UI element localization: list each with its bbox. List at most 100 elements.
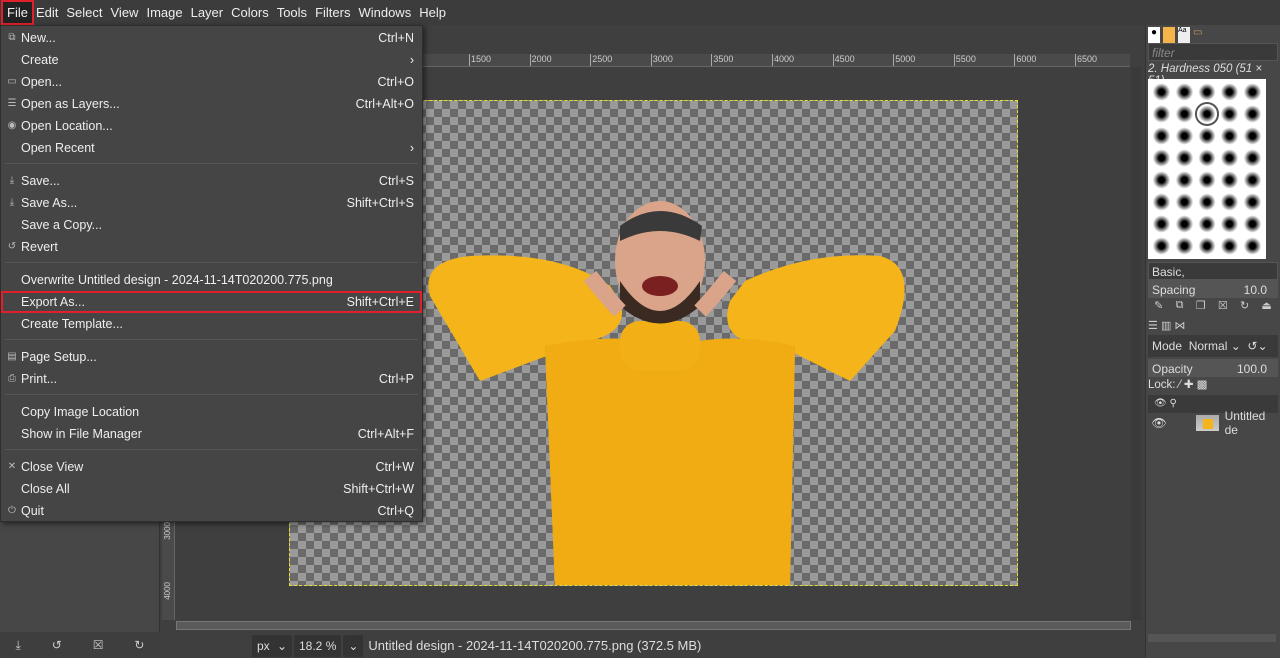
brush-preset[interactable]	[1196, 148, 1218, 168]
open-as-image-icon[interactable]: ⏏	[1261, 299, 1271, 312]
menu-item-close-all[interactable]: Close All Shift+Ctrl+W	[1, 478, 422, 500]
menu-item-revert[interactable]: ↺ Revert	[1, 236, 422, 258]
brush-preset[interactable]	[1219, 192, 1241, 212]
brush-preset[interactable]	[1242, 170, 1263, 190]
restore-icon[interactable]: ↺	[52, 638, 62, 652]
lock-position-icon[interactable]: ✚	[1184, 379, 1194, 391]
menu-view[interactable]: View	[107, 2, 143, 23]
brushes-tab-icon[interactable]: ●	[1148, 27, 1160, 43]
menu-help[interactable]: Help	[415, 2, 450, 23]
brush-preset[interactable]	[1173, 236, 1195, 256]
menu-windows[interactable]: Windows	[354, 2, 415, 23]
brush-preset[interactable]	[1242, 192, 1263, 212]
delete-icon[interactable]: ☒	[93, 638, 104, 652]
paths-tab-icon[interactable]: ⋈	[1174, 320, 1185, 332]
brush-preset[interactable]	[1151, 192, 1172, 212]
menu-item-close-view[interactable]: ✕ Close View Ctrl+W	[1, 456, 422, 478]
menu-item-quit[interactable]: ⏻ Quit Ctrl+Q	[1, 500, 422, 522]
brush-grid[interactable]	[1148, 79, 1266, 259]
brush-preset[interactable]	[1173, 126, 1195, 146]
eye-icon[interactable]: 👁	[1148, 416, 1170, 430]
menu-item-save[interactable]: ⤓ Save... Ctrl+S	[1, 170, 422, 192]
fonts-tab-icon[interactable]: Aa	[1178, 27, 1190, 43]
brush-preset[interactable]	[1219, 148, 1241, 168]
brush-preset[interactable]	[1242, 236, 1263, 256]
brush-preset[interactable]	[1219, 236, 1241, 256]
horizontal-scrollbar[interactable]	[176, 621, 1131, 630]
layer-mode-select[interactable]: Mode Normal ⌄ ↺⌄	[1148, 335, 1278, 357]
menu-layer[interactable]: Layer	[187, 2, 228, 23]
menu-item-export-as[interactable]: Export As... Shift+Ctrl+E	[1, 291, 422, 313]
menu-item-open-location[interactable]: ◉ Open Location...	[1, 115, 422, 137]
edit-brush-icon[interactable]: ✎	[1154, 299, 1163, 312]
brush-preset[interactable]	[1151, 104, 1172, 124]
menu-item-page-setup[interactable]: ▤ Page Setup...	[1, 346, 422, 368]
menu-select[interactable]: Select	[62, 2, 106, 23]
menu-item-print[interactable]: ⎙ Print... Ctrl+P	[1, 368, 422, 390]
brush-preset[interactable]	[1151, 236, 1172, 256]
brush-preset[interactable]	[1196, 82, 1218, 102]
duplicate-brush-icon[interactable]: ❐	[1196, 299, 1206, 312]
menu-image[interactable]: Image	[142, 2, 186, 23]
zoom-input[interactable]: 18.2 %	[294, 634, 342, 657]
brush-preset[interactable]	[1173, 148, 1195, 168]
patterns-tab-icon[interactable]	[1163, 27, 1175, 43]
menu-item-new[interactable]: ⧉ New... Ctrl+N	[1, 27, 422, 49]
menu-item-copy-image-location[interactable]: Copy Image Location	[1, 401, 422, 423]
brush-preset[interactable]	[1242, 148, 1263, 168]
brush-preset[interactable]	[1194, 102, 1220, 126]
menu-item-create-template[interactable]: Create Template...	[1, 313, 422, 335]
brush-preset[interactable]	[1173, 214, 1195, 234]
menu-item-open-as-layers[interactable]: ☰ Open as Layers... Ctrl+Alt+O	[1, 93, 422, 115]
brush-preset[interactable]	[1173, 104, 1195, 124]
brush-preset[interactable]	[1196, 170, 1218, 190]
save-preset-icon[interactable]: ⤓	[15, 638, 20, 653]
lock-pixels-icon[interactable]: ⁄	[1179, 379, 1181, 391]
layers-scrollbar[interactable]	[1148, 634, 1276, 642]
brush-preset[interactable]	[1151, 170, 1172, 190]
brush-preset[interactable]	[1196, 236, 1218, 256]
layer-row[interactable]: 👁 Untitled de	[1148, 409, 1278, 437]
brush-preset[interactable]	[1151, 214, 1172, 234]
brush-preset[interactable]	[1219, 214, 1241, 234]
brush-preset[interactable]	[1242, 214, 1263, 234]
lock-alpha-icon[interactable]: ▩	[1197, 379, 1208, 391]
brush-preset[interactable]	[1151, 148, 1172, 168]
unit-select[interactable]: px ⌄	[252, 634, 292, 657]
brush-preset[interactable]	[1151, 126, 1172, 146]
new-brush-icon[interactable]: ⧉	[1176, 299, 1184, 312]
history-tab-icon[interactable]: ▭	[1193, 27, 1205, 43]
menu-filters[interactable]: Filters	[311, 2, 354, 23]
delete-brush-icon[interactable]: ☒	[1218, 299, 1228, 312]
reset-icon[interactable]: ↻	[134, 638, 144, 652]
menu-item-save-a-copy[interactable]: Save a Copy...	[1, 214, 422, 236]
brush-preset[interactable]	[1219, 104, 1241, 124]
brush-filter-input[interactable]: filter	[1148, 43, 1278, 61]
refresh-icon[interactable]: ↻	[1240, 299, 1249, 312]
zoom-dropdown-chevron-icon[interactable]: ⌄	[343, 634, 364, 657]
brush-preset[interactable]	[1219, 126, 1241, 146]
vertical-scrollbar[interactable]	[1131, 67, 1141, 620]
brush-preset[interactable]	[1242, 82, 1263, 102]
brush-preset[interactable]	[1173, 82, 1195, 102]
brush-preset[interactable]	[1242, 126, 1263, 146]
brush-preset[interactable]	[1196, 126, 1218, 146]
opacity-slider[interactable]: Opacity 100.0	[1148, 359, 1278, 377]
brush-preset[interactable]	[1242, 104, 1263, 124]
brush-preset[interactable]	[1173, 170, 1195, 190]
menu-item-save-as[interactable]: ⤓ Save As... Shift+Ctrl+S	[1, 192, 422, 214]
channels-tab-icon[interactable]: ▥	[1161, 320, 1171, 332]
layers-tab-icon[interactable]: ☰	[1148, 320, 1158, 332]
menu-item-show-in-file-manager[interactable]: Show in File Manager Ctrl+Alt+F	[1, 423, 422, 445]
brush-preset[interactable]	[1196, 192, 1218, 212]
menu-file[interactable]: File	[1, 0, 34, 25]
menu-colors[interactable]: Colors	[227, 2, 273, 23]
menu-item-open[interactable]: ▭ Open... Ctrl+O	[1, 71, 422, 93]
brush-preset[interactable]	[1151, 82, 1172, 102]
menu-edit[interactable]: Edit	[32, 2, 62, 23]
brush-preset[interactable]	[1196, 214, 1218, 234]
brush-tag-select[interactable]: Basic,	[1148, 262, 1278, 280]
spacing-slider[interactable]: Spacing 10.0	[1148, 280, 1278, 298]
menu-item-overwrite-untitled-design-2024-11-14t020200-775-png[interactable]: Overwrite Untitled design - 2024-11-14T0…	[1, 269, 422, 291]
brush-preset[interactable]	[1173, 192, 1195, 212]
